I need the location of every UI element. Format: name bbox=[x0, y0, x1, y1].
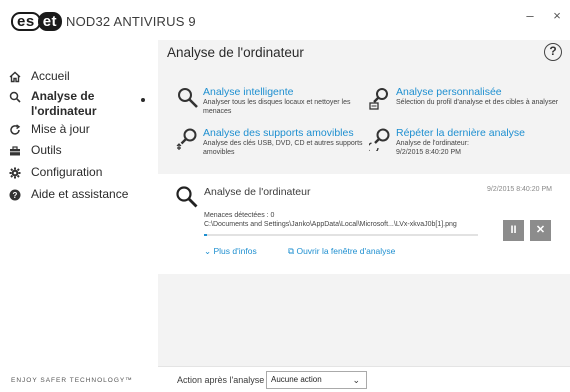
usb-scan-icon bbox=[176, 128, 197, 150]
page-title: Analyse de l'ordinateur bbox=[167, 45, 304, 60]
after-scan-action-value: Aucune action bbox=[271, 375, 322, 384]
current-file-path: C:\Documents and Settings\Janko\AppData\… bbox=[204, 221, 457, 228]
tagline: ENJOY SAFER TECHNOLOGY™ bbox=[11, 377, 133, 384]
threats-detected: Menaces détectées : 0 bbox=[204, 212, 275, 219]
sidebar-item-label: Configuration bbox=[31, 165, 103, 179]
option-title: Analyse personnalisée bbox=[396, 86, 502, 98]
refresh-icon bbox=[8, 123, 22, 137]
repeat-last-scan-option[interactable]: Répéter la dernière analyse Analyse de l… bbox=[369, 127, 559, 159]
magnifier-icon bbox=[176, 186, 198, 208]
open-scan-window-link[interactable]: ⧉ Ouvrir la fenêtre d'analyse bbox=[288, 246, 395, 257]
sidebar-item-label: Accueil bbox=[31, 69, 70, 83]
custom-scan-option[interactable]: Analyse personnalisée Sélection du profi… bbox=[369, 86, 559, 116]
custom-scan-icon bbox=[369, 88, 388, 110]
option-description: Analyse des clés USB, DVD, CD et autres … bbox=[203, 140, 363, 156]
sidebar: Accueil Analyse de l'ordinateur Mise à j… bbox=[0, 40, 158, 392]
sidebar-item-update[interactable]: Mise à jour bbox=[8, 122, 90, 137]
minimize-button[interactable]: – bbox=[522, 8, 538, 23]
sidebar-item-label: Analyse de l'ordinateur bbox=[31, 89, 97, 119]
smart-scan-option[interactable]: Analyse intelligente Analyser tous les d… bbox=[176, 86, 366, 116]
after-scan-action-select[interactable]: Aucune action ⌄ bbox=[266, 371, 367, 389]
scan-date: 9/2/2015 8:40:20 PM bbox=[487, 186, 552, 193]
pause-button[interactable]: II bbox=[503, 220, 524, 241]
stop-button[interactable]: ✕ bbox=[530, 220, 551, 241]
scan-progress-bar bbox=[204, 234, 478, 236]
scan-progress-card: Analyse de l'ordinateur 9/2/2015 8:40:20… bbox=[158, 174, 570, 274]
sidebar-item-configuration[interactable]: Configuration bbox=[8, 165, 102, 180]
home-icon bbox=[8, 70, 22, 84]
help-circle-icon: ? bbox=[8, 188, 22, 202]
option-description-line1: Analyse de l'ordinateur: bbox=[396, 140, 469, 147]
title-bar: es et NOD32 ANTIVIRUS 9 – × bbox=[0, 0, 570, 40]
removable-media-scan-option[interactable]: Analyse des supports amovibles Analyse d… bbox=[176, 127, 366, 157]
scan-progress-fill bbox=[204, 234, 207, 236]
option-description: Analyse de l'ordinateur: 9/2/2015 8:40:2… bbox=[396, 139, 561, 157]
close-button[interactable]: × bbox=[549, 8, 565, 23]
sidebar-item-home[interactable]: Accueil bbox=[8, 69, 70, 84]
logo-part-es: es bbox=[11, 12, 41, 31]
magnifier-icon bbox=[178, 88, 198, 108]
search-icon bbox=[8, 90, 22, 104]
app-title: NOD32 ANTIVIRUS 9 bbox=[66, 14, 196, 29]
sidebar-item-label: Mise à jour bbox=[31, 122, 90, 136]
sidebar-item-label-line1: Analyse de bbox=[31, 89, 95, 103]
chevron-down-icon: ⌄ bbox=[352, 375, 360, 385]
svg-text:?: ? bbox=[13, 191, 18, 200]
window-icon: ⧉ bbox=[288, 246, 295, 256]
sidebar-item-label-line2: l'ordinateur bbox=[31, 104, 97, 118]
scan-title: Analyse de l'ordinateur bbox=[204, 186, 311, 198]
repeat-scan-icon bbox=[369, 128, 390, 151]
gear-icon bbox=[8, 166, 22, 180]
eset-logo: es et bbox=[11, 12, 63, 31]
active-indicator bbox=[141, 98, 145, 102]
option-description-line2: 9/2/2015 8:40:20 PM bbox=[396, 149, 461, 156]
main-panel: Analyse de l'ordinateur ? Analyse intell… bbox=[158, 40, 570, 392]
more-info-label: Plus d'infos bbox=[213, 246, 257, 256]
option-description: Analyser tous les disques locaux et nett… bbox=[203, 99, 351, 115]
option-title: Analyse intelligente bbox=[203, 86, 294, 98]
option-description: Sélection du profil d'analyse et des cib… bbox=[396, 99, 559, 106]
sidebar-item-help[interactable]: ? Aide et assistance bbox=[8, 187, 128, 202]
option-title: Analyse des supports amovibles bbox=[203, 127, 354, 139]
help-icon[interactable]: ? bbox=[544, 43, 562, 61]
sidebar-item-label: Outils bbox=[31, 143, 62, 157]
sidebar-item-tools[interactable]: Outils bbox=[8, 143, 62, 158]
briefcase-icon bbox=[8, 144, 22, 158]
logo-part-et: et bbox=[37, 12, 63, 31]
bottom-bar: Action après l'analyse Aucune action ⌄ bbox=[158, 366, 570, 392]
option-title: Répéter la dernière analyse bbox=[396, 127, 525, 139]
after-scan-action-label: Action après l'analyse bbox=[177, 375, 265, 385]
sidebar-item-label: Aide et assistance bbox=[31, 187, 129, 201]
more-info-link[interactable]: ⌄ Plus d'infos bbox=[204, 246, 257, 257]
chevron-down-icon: ⌄ bbox=[204, 246, 212, 256]
sidebar-item-computer-scan[interactable]: Analyse de l'ordinateur bbox=[8, 89, 97, 119]
open-scan-window-label: Ouvrir la fenêtre d'analyse bbox=[296, 246, 396, 256]
